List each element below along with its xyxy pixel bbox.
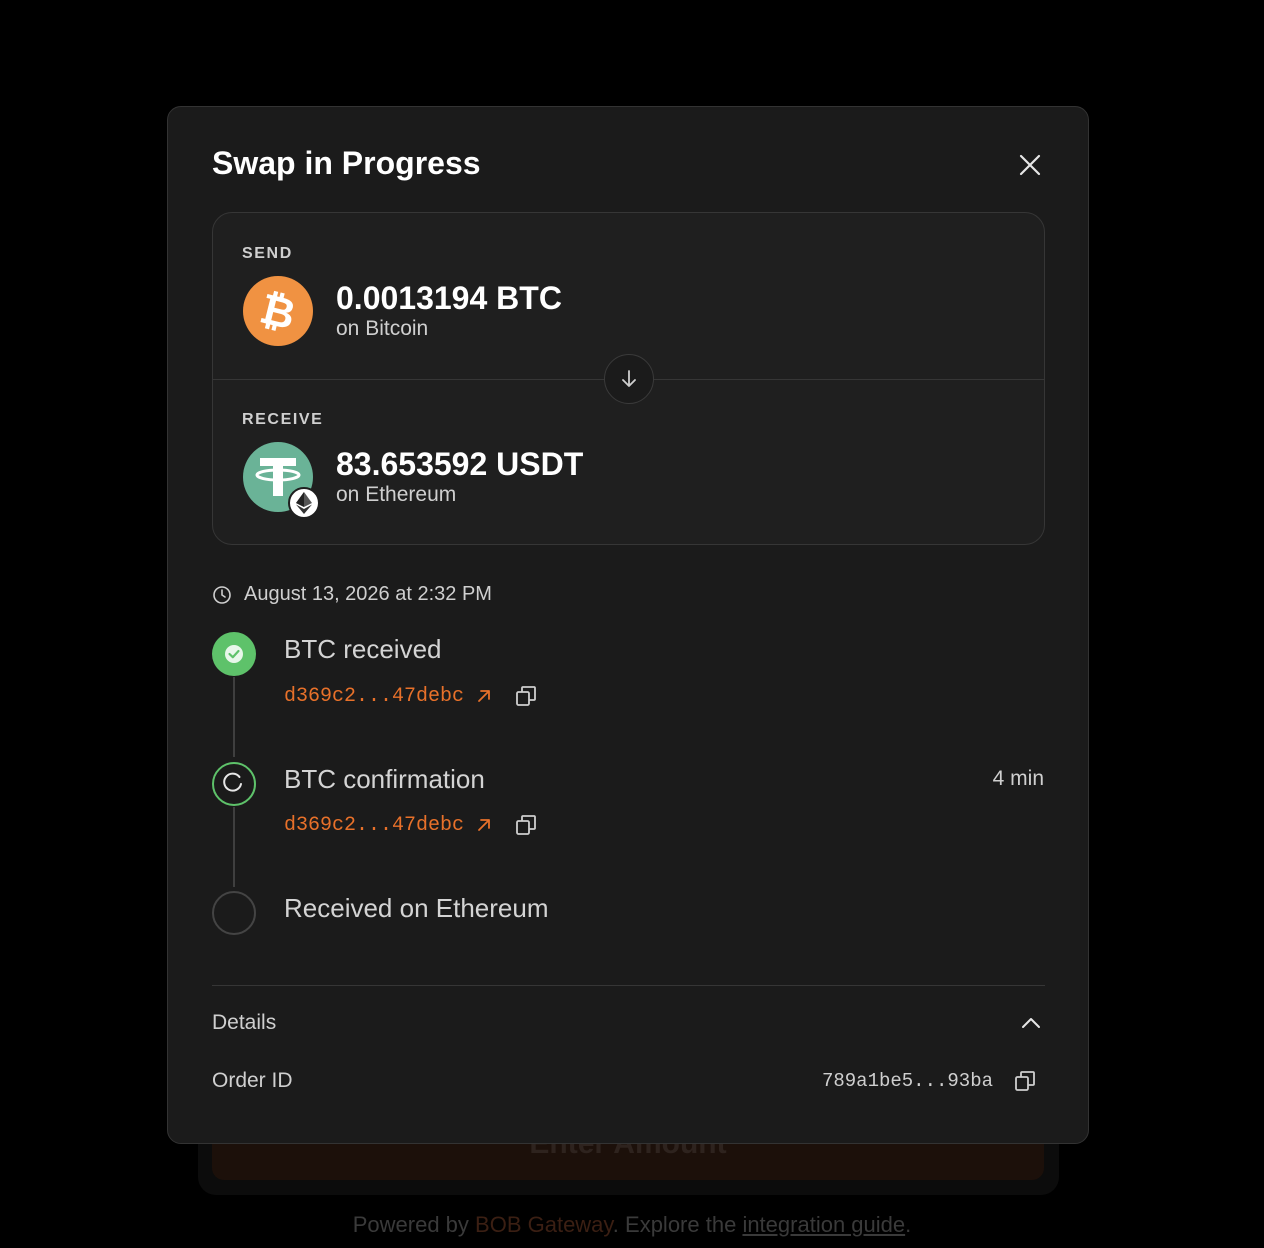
order-id-label: Order ID — [212, 1069, 293, 1092]
copy-icon[interactable] — [514, 813, 538, 837]
footer: Powered by BOB Gateway. Explore the inte… — [352, 1212, 912, 1237]
step-title: Received on Ethereum — [284, 893, 549, 923]
receive-amount: 83.653592 USDT — [336, 446, 584, 482]
step-title: BTC confirmation — [284, 764, 485, 794]
step-tx-row: d369c2...47debc — [284, 813, 538, 837]
bitcoin-icon: ₿ — [242, 275, 314, 347]
clock-icon — [213, 585, 231, 604]
details-toggle[interactable]: Details — [212, 1005, 1045, 1041]
step-in-progress-icon — [212, 762, 256, 806]
ethereum-icon — [288, 487, 320, 519]
swap-progress-modal: Swap in Progress SEND ₿ 0.0013194 BTC on… — [167, 106, 1089, 1144]
timeline-connector — [233, 677, 235, 757]
step-eta: 4 min — [992, 767, 1044, 790]
timestamp-text: August 13, 2026 at 2:32 PM — [244, 583, 492, 605]
copy-icon[interactable] — [514, 684, 538, 708]
external-link-icon[interactable] — [474, 815, 494, 835]
tx-hash-link[interactable]: d369c2...47debc — [284, 685, 464, 708]
timeline-connector — [233, 807, 235, 887]
send-section: SEND ₿ 0.0013194 BTC on Bitcoin — [242, 245, 562, 347]
receive-section: RECEIVE 83.653592 USDT on Ethereum — [242, 411, 584, 519]
send-label: SEND — [242, 245, 293, 262]
details-divider — [212, 985, 1045, 986]
swap-summary-card: SEND ₿ 0.0013194 BTC on Bitcoin RECEIVE … — [212, 212, 1045, 545]
tx-hash-link[interactable]: d369c2...47debc — [284, 814, 464, 837]
arrow-down-icon — [622, 370, 636, 387]
modal-title: Swap in Progress — [212, 145, 481, 181]
step-title: BTC received — [284, 634, 442, 664]
order-id-row: Order ID 789a1be5...93ba — [212, 1063, 1045, 1099]
copy-icon[interactable] — [1013, 1069, 1037, 1093]
step-pending-icon — [212, 891, 256, 935]
footer-brand-link: BOB Gateway — [475, 1212, 613, 1237]
close-icon — [1019, 154, 1041, 176]
swap-direction-indicator — [604, 354, 654, 404]
receive-label: RECEIVE — [242, 411, 324, 428]
step-tx-row: d369c2...47debc — [284, 684, 538, 708]
step-complete-icon — [212, 632, 256, 676]
order-id-value: 789a1be5...93ba — [821, 1070, 993, 1092]
chevron-up-icon — [1022, 1018, 1040, 1028]
receive-chain: on Ethereum — [336, 483, 457, 506]
send-amount: 0.0013194 BTC — [336, 280, 562, 316]
tether-icon — [242, 441, 320, 519]
close-button[interactable] — [1016, 151, 1044, 179]
integration-guide-link: integration guide — [742, 1212, 906, 1237]
external-link-icon[interactable] — [474, 686, 494, 706]
swap-timestamp: August 13, 2026 at 2:32 PM — [212, 583, 492, 606]
send-chain: on Bitcoin — [336, 317, 429, 340]
details-label: Details — [212, 1011, 277, 1034]
